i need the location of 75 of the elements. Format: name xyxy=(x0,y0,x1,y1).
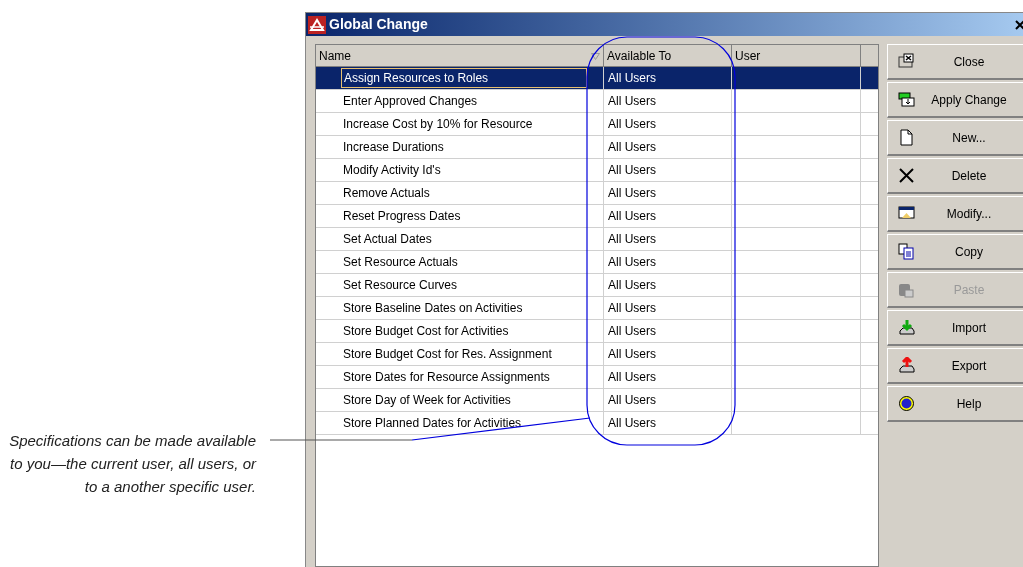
close-icon[interactable] xyxy=(1015,17,1023,32)
window-title: Global Change xyxy=(329,15,428,34)
table-cell-text: Store Dates for Resource Assignments xyxy=(342,369,551,386)
table-row[interactable]: Remove Actuals All Users xyxy=(316,182,878,205)
monitor-icon xyxy=(898,205,915,222)
app-icon xyxy=(308,15,326,34)
toolbar-button[interactable]: Help xyxy=(887,386,1023,422)
table-row[interactable]: Enter Approved Changes All Users xyxy=(316,90,878,113)
toolbar-button[interactable]: Apply Change xyxy=(887,82,1023,118)
table-cell-text: Set Resource Actuals xyxy=(342,254,459,271)
column-header[interactable]: User xyxy=(732,45,861,66)
table-cell-text: Store Day of Week for Activities xyxy=(342,392,512,409)
x-mark-icon xyxy=(898,167,915,184)
toolbar-button[interactable]: Delete xyxy=(887,158,1023,194)
table-cell-text: Increase Durations xyxy=(342,139,445,156)
table-cell-text: Store Baseline Dates on Activities xyxy=(342,300,524,317)
table-row[interactable]: Store Planned Dates for Activities All Users xyxy=(316,412,878,435)
table-cell-text: Set Actual Dates xyxy=(342,231,433,248)
toolbar-button[interactable]: New... xyxy=(887,120,1023,156)
table-cell-text: All Users xyxy=(608,277,656,294)
table-cell-text: Store Budget Cost for Res. Assignment xyxy=(342,346,553,363)
toolbar-button[interactable]: Export xyxy=(887,348,1023,384)
table-cell-text: All Users xyxy=(608,415,656,432)
help-icon xyxy=(898,395,915,412)
table-cell-text: Remove Actuals xyxy=(342,185,431,202)
table-row[interactable]: Store Dates for Resource Assignments All Users xyxy=(316,366,878,389)
table-cell-text: All Users xyxy=(608,93,656,110)
table-cell-text: Reset Progress Dates xyxy=(342,208,462,225)
tray-arrow-icon xyxy=(898,357,915,374)
table-cell-text: All Users xyxy=(608,323,656,340)
copy-icon xyxy=(898,243,915,260)
table-row[interactable]: Assign Resources to Roles All Users xyxy=(316,67,878,90)
sort-icon[interactable] xyxy=(591,53,600,60)
table-row[interactable]: Set Resource Actuals All Users xyxy=(316,251,878,274)
table-cell-text: All Users xyxy=(608,139,656,156)
table-row[interactable]: Increase Durations All Users xyxy=(316,136,878,159)
table-cell-text: All Users xyxy=(608,162,656,179)
toolbar-button[interactable]: Modify... xyxy=(887,196,1023,232)
table-cell-text: All Users xyxy=(608,254,656,271)
table-cell-text: All Users xyxy=(608,208,656,225)
window-close-icon xyxy=(898,53,915,70)
table-row[interactable]: Store Day of Week for Activities All Users xyxy=(316,389,878,412)
toolbar-button[interactable]: Close xyxy=(887,44,1023,80)
table-cell-text: All Users xyxy=(608,300,656,317)
table-cell-text: Store Budget Cost for Activities xyxy=(342,323,510,340)
table-cell-text: Store Planned Dates for Activities xyxy=(342,415,523,432)
callout-text: Specifications can be made available to you—the current user, all users, or to a another specific user. xyxy=(8,431,256,497)
table-row[interactable]: Store Budget Cost for Res. Assignment All Users xyxy=(316,343,878,366)
toolbar-button[interactable]: Import xyxy=(887,310,1023,346)
clipboard-icon xyxy=(898,281,915,298)
table-row[interactable]: Set Resource Curves All Users xyxy=(316,274,878,297)
table-row[interactable]: Store Budget Cost for Activities All Users xyxy=(316,320,878,343)
table-row[interactable]: Modify Activity Id's All Users xyxy=(316,159,878,182)
table-cell-text: Set Resource Curves xyxy=(342,277,459,294)
column-header[interactable]: Available To xyxy=(604,45,732,66)
table-row[interactable]: Set Actual Dates All Users xyxy=(316,228,878,251)
table-cell-text: All Users xyxy=(608,369,656,386)
table-cell-text: Enter Approved Changes xyxy=(342,93,479,110)
table-cell-text: All Users xyxy=(608,116,656,133)
toolbar-button[interactable]: Copy xyxy=(887,234,1023,270)
grid-arrow-icon xyxy=(898,91,915,108)
table-row[interactable]: Store Baseline Dates on Activities All Users xyxy=(316,297,878,320)
table-cell-text: All Users xyxy=(608,70,656,87)
tray-arrow-icon xyxy=(898,319,915,336)
table-row[interactable]: Reset Progress Dates All Users xyxy=(316,205,878,228)
table-cell-text: Increase Cost by 10% for Resource xyxy=(342,116,534,133)
table-cell-text: All Users xyxy=(608,346,656,363)
table-cell: Assign Resources to Roles xyxy=(341,68,587,88)
table-cell-text: Modify Activity Id's xyxy=(342,162,442,179)
table-cell-text: All Users xyxy=(608,392,656,409)
table-cell-text: All Users xyxy=(608,185,656,202)
table-row[interactable]: Increase Cost by 10% for Resource All Users xyxy=(316,113,878,136)
column-header[interactable]: Name xyxy=(316,45,604,66)
document-icon xyxy=(898,129,915,146)
table-cell-text: All Users xyxy=(608,231,656,248)
